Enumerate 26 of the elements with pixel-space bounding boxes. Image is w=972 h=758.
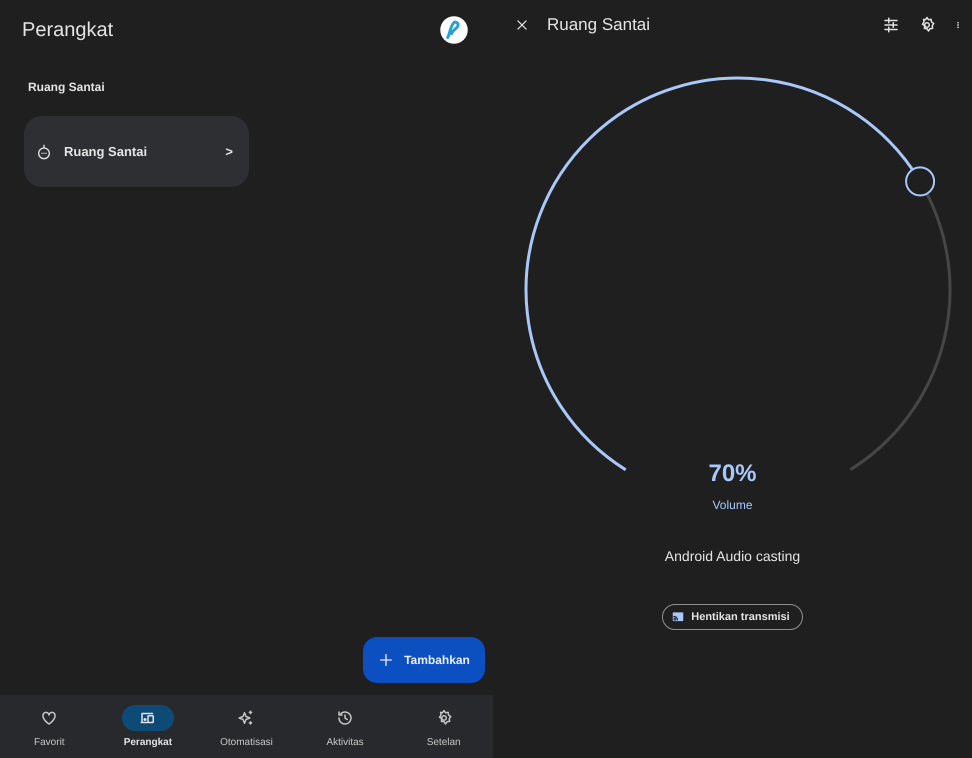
page-title: Perangkat (22, 18, 114, 42)
stop-casting-button[interactable]: Hentikan transmisi (662, 604, 803, 630)
section-heading: Ruang Santai (28, 80, 106, 94)
cast-icon (671, 610, 686, 624)
nav-tab[interactable]: Perangkat (102, 705, 193, 748)
plus-icon (378, 652, 394, 668)
nav-tab[interactable]: Setelan (398, 705, 489, 748)
room-name: Ruang Santai (64, 144, 148, 159)
equalizer-icon[interactable] (882, 16, 900, 34)
sparkle-icon (237, 709, 256, 727)
chevron-icon: > (225, 144, 233, 159)
room-card[interactable]: Ruang Santai > (24, 116, 249, 187)
nav-tab[interactable]: Favorit (4, 705, 94, 748)
panel-title: Ruang Santai (547, 15, 652, 35)
heart-icon (40, 709, 58, 727)
history-icon (336, 709, 354, 727)
nav-tab[interactable]: Aktivitas (300, 705, 390, 748)
speaker-icon (36, 144, 52, 160)
nav-tab[interactable]: Otomatisasi (201, 705, 292, 748)
avatar-icon[interactable] (439, 15, 469, 45)
cast-status: Android Audio casting (664, 548, 800, 564)
volume-label: Volume (712, 498, 752, 512)
volume-thumb[interactable] (905, 166, 936, 196)
add-button[interactable]: Tambahkan (363, 637, 485, 683)
volume-percent: 70% (708, 460, 757, 488)
close-icon[interactable] (515, 18, 529, 32)
